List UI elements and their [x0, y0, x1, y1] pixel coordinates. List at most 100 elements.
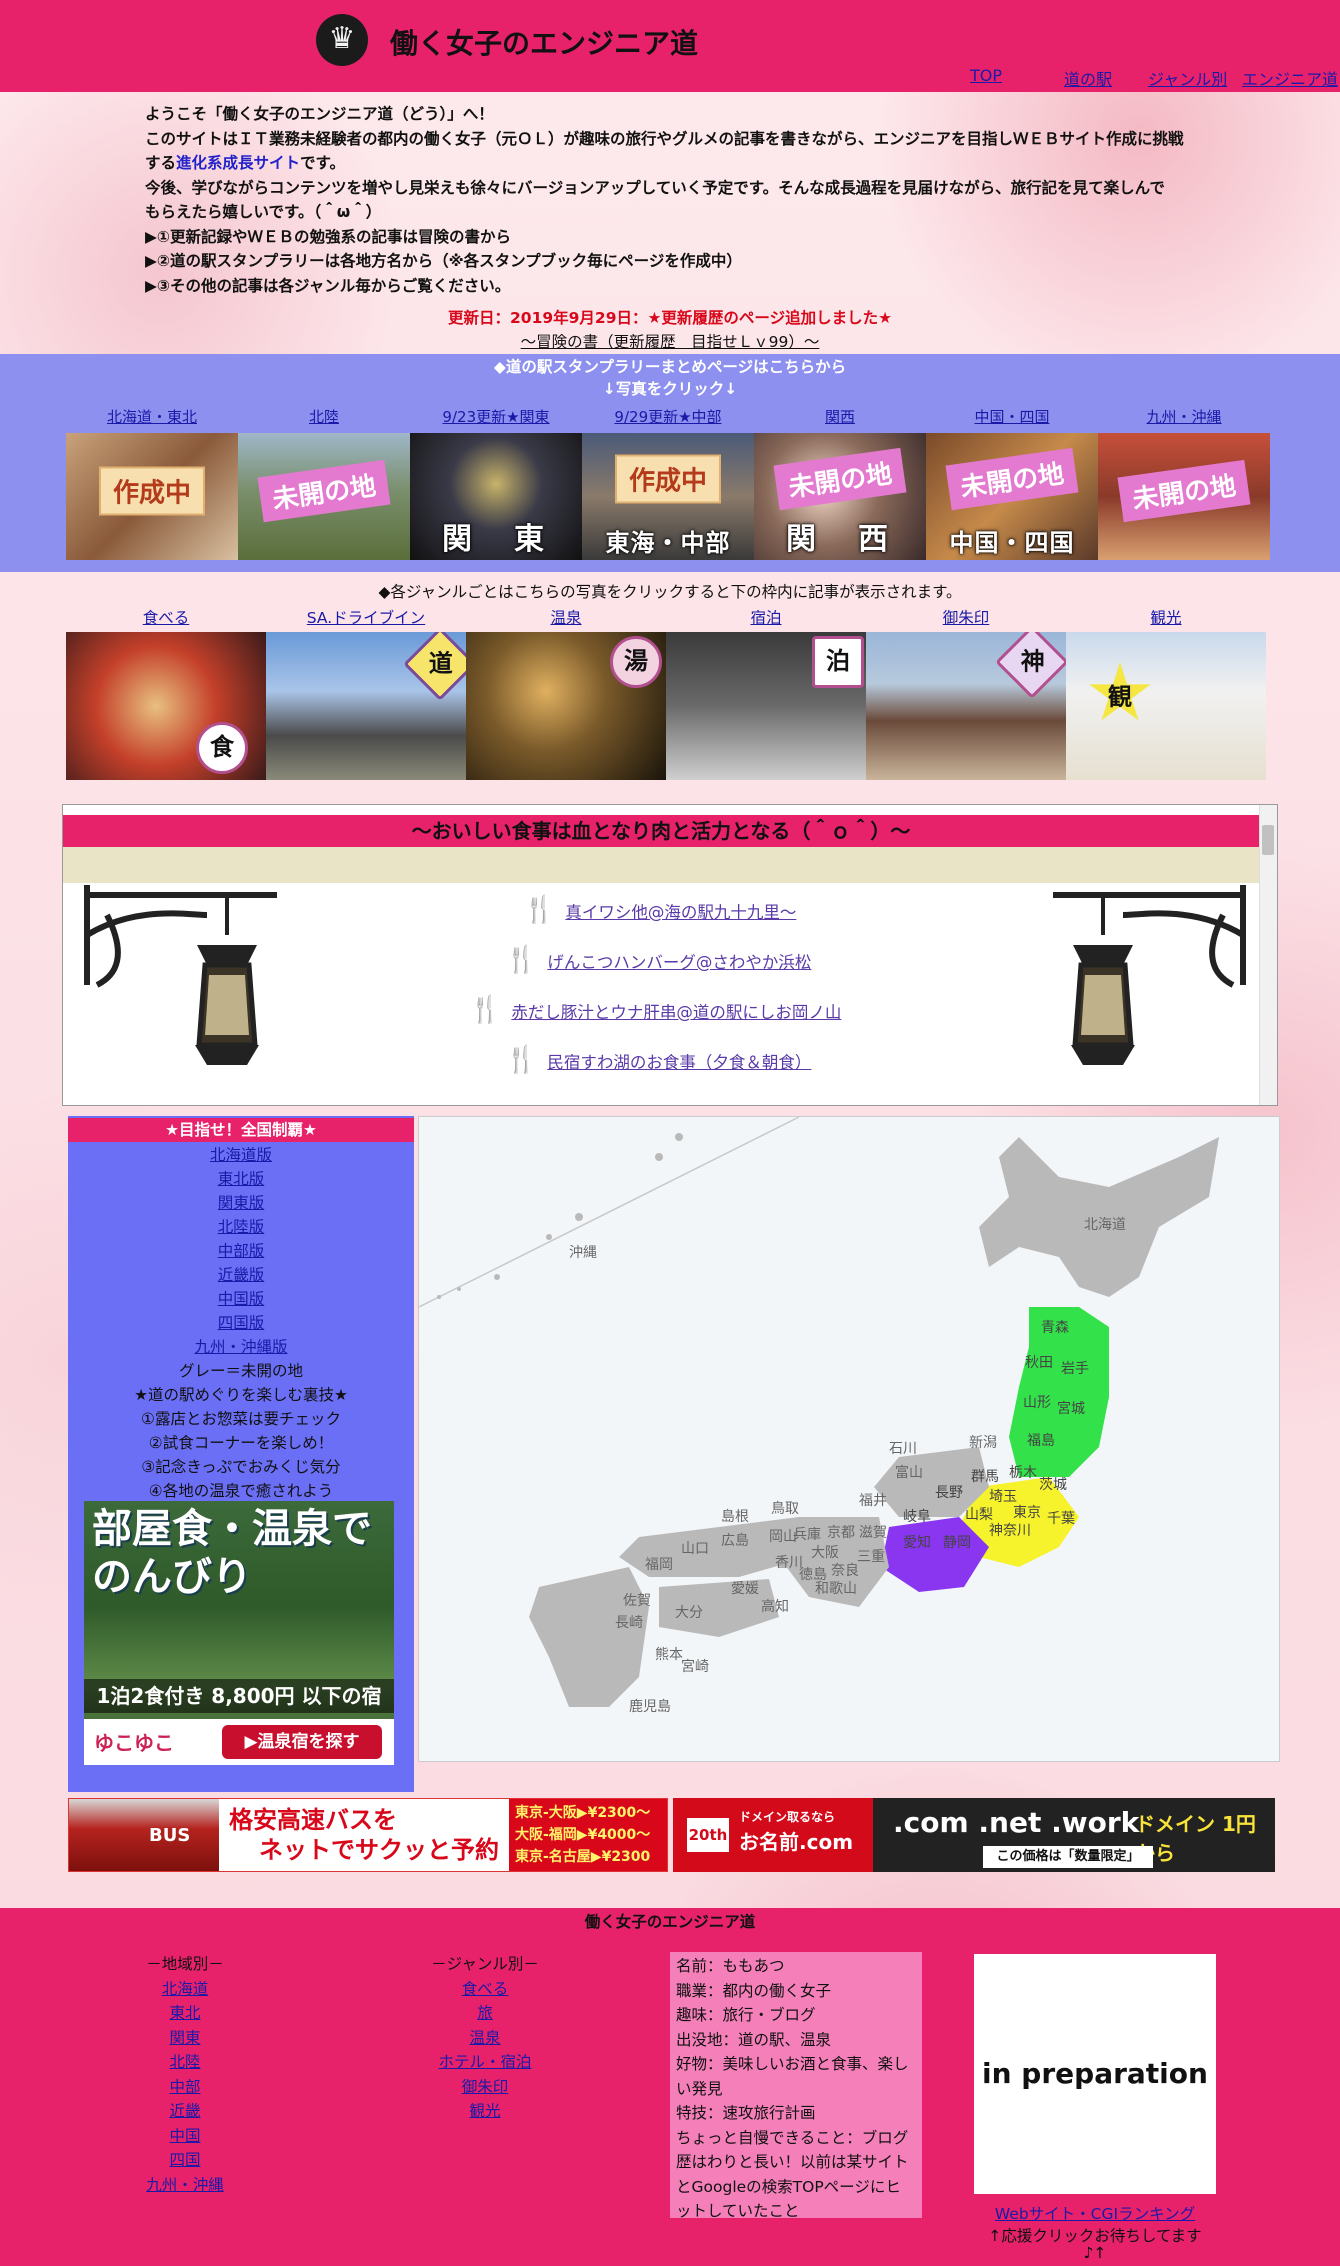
nav-top-link[interactable]: TOP [970, 66, 1002, 85]
genre-photo-stay[interactable]: 泊 [666, 632, 866, 780]
region-caption: 関 東 [442, 522, 550, 557]
article-frame[interactable]: ～おいしい食事は血となり肉と活力となる（＾ｏ＾）～ 🍴 真イワシ他@海の駅九十九里… [62, 804, 1278, 1106]
genre-link-sa-drivein[interactable]: SA.ドライブイン [266, 606, 466, 628]
footer-region-link[interactable]: 四国 [110, 2148, 260, 2173]
yukoyuko-logo: ゆこゆこ [94, 1731, 174, 1755]
genre-link-onsen[interactable]: 温泉 [466, 606, 666, 628]
region-photo-kanto[interactable]: 関 東 [410, 433, 582, 560]
article-list-item: 🍴 げんこつハンバーグ@さわやか浜松 [505, 945, 811, 975]
genre-photo-sa-drivein[interactable]: 道 [266, 632, 466, 780]
sidebar-link-tohoku[interactable]: 東北版 [68, 1167, 414, 1189]
article-link[interactable]: 民宿すわ湖のお食事（夕食＆朝食） [547, 1053, 811, 1072]
sidebar-link-kanto[interactable]: 関東版 [68, 1191, 414, 1213]
footer-genre-link[interactable]: 観光 [400, 2099, 570, 2124]
footer-region-link[interactable]: 北海道 [110, 1977, 260, 2002]
footer-genre-link[interactable]: 温泉 [400, 2026, 570, 2051]
genre-link-sightseeing[interactable]: 観光 [1066, 606, 1266, 628]
intro-line: ▶③その他の記事は各ジャンル毎からご覧ください。 [145, 276, 511, 295]
map-label: 富山 [895, 1464, 923, 1481]
region-photo-hokkaido-tohoku[interactable]: 作成中 [66, 433, 238, 560]
domain-ad-banner[interactable]: 20th ドメイン取るなら お名前.com .com .net .work ドメ… [673, 1798, 1275, 1872]
region-link-kyushu-okinawa[interactable]: 九州・沖縄 [1098, 406, 1270, 427]
region-photo-hokuriku[interactable]: 未開の地 [238, 433, 410, 560]
growth-site-link[interactable]: 進化系成長サイト [176, 154, 300, 172]
genre-photo-onsen[interactable]: 湯 [466, 632, 666, 780]
region-photo-kansai[interactable]: 未開の地 関 西 [754, 433, 926, 560]
okinawa-island[interactable] [546, 1234, 552, 1240]
sidebar-link-chubu[interactable]: 中部版 [68, 1239, 414, 1261]
footer-region-link[interactable]: 関東 [110, 2026, 260, 2051]
region-link-kanto[interactable]: 9/23更新★関東 [410, 406, 582, 427]
ranking-link[interactable]: Webサイト・CGIランキング [995, 2205, 1195, 2223]
update-history-link[interactable]: ～冒険の書（更新履歴 目指せＬｖ99）～ [521, 333, 820, 351]
genre-photo-sightseeing[interactable]: 観 [1066, 632, 1266, 780]
footer-genre-link[interactable]: ホテル・宿泊 [400, 2050, 570, 2075]
region-photo-chugoku-shikoku[interactable]: 未開の地 中国・四国 [926, 433, 1098, 560]
genre-link-eat[interactable]: 食べる [66, 606, 266, 628]
region-link-chugoku-shikoku[interactable]: 中国・四国 [926, 406, 1098, 427]
footer-region-link[interactable]: 中部 [110, 2075, 260, 2100]
okinawa-island[interactable] [457, 1287, 461, 1291]
region-link-hokkaido-tohoku[interactable]: 北海道・東北 [66, 406, 238, 427]
okinawa-island[interactable] [494, 1274, 500, 1280]
map-label: 山口 [681, 1541, 709, 1557]
footer-region-link[interactable]: 中国 [110, 2124, 260, 2149]
profile-line: 特技：速攻旅行計画 [676, 2104, 816, 2122]
map-label: 京都 [827, 1525, 855, 1541]
nav-michinoeki-link[interactable]: 道の駅 [1064, 66, 1112, 90]
map-label: 秋田 [1025, 1355, 1053, 1371]
okinawa-island[interactable] [575, 1213, 583, 1221]
search-onsen-button[interactable]: ▶温泉宿を探す [222, 1725, 382, 1759]
region-link-chubu[interactable]: 9/29更新★中部 [582, 406, 754, 427]
genre-photo-goshuin[interactable]: 神 [866, 632, 1066, 780]
unexplored-badge: 未開の地 [773, 447, 907, 510]
onsen-badge-icon: 湯 [610, 636, 662, 688]
map-label: 徳島 [799, 1567, 827, 1583]
genre-photo-eat[interactable]: 食 [66, 632, 266, 780]
site-title[interactable]: 働く女子のエンジニア道 [390, 22, 698, 62]
article-link[interactable]: 赤だし豚汁とウナ肝串@道の駅にしお岡ノ山 [511, 1003, 841, 1022]
region-photo-kyushu-okinawa[interactable]: 未開の地 [1098, 433, 1270, 560]
frame-scrollbar[interactable] [1259, 805, 1277, 1105]
sidebar-link-hokuriku[interactable]: 北陸版 [68, 1215, 414, 1237]
footer-genre-link[interactable]: 御朱印 [400, 2075, 570, 2100]
kyushu-region[interactable] [529, 1567, 649, 1707]
sidebar-link-kinki[interactable]: 近畿版 [68, 1263, 414, 1285]
footer-region-link[interactable]: 九州・沖縄 [110, 2173, 260, 2198]
region-photo-chubu[interactable]: 作成中 東海・中部 [582, 433, 754, 560]
bus-ad-banner[interactable]: BUS 格安高速バスを ネットでサクッと予約 東京-大阪▶¥2300～ 大阪-福… [68, 1798, 668, 1872]
onsen-ad-banner[interactable]: 部屋食・温泉で のんびり 1泊2食付き 8,800円 以下の宿 ゆこゆこ ▶温泉… [84, 1501, 394, 1765]
nav-genre-link[interactable]: ジャンル別 [1148, 66, 1227, 90]
eat-badge-icon: 食 [196, 722, 248, 774]
okinawa-island[interactable] [655, 1153, 663, 1161]
footer-region-link[interactable]: 近畿 [110, 2099, 260, 2124]
footer-genre-link[interactable]: 食べる [400, 1977, 570, 2002]
crown-logo-icon[interactable]: ♛ [316, 14, 368, 66]
sidebar-link-shikoku[interactable]: 四国版 [68, 1311, 414, 1333]
nav-engineer-link[interactable]: エンジニア道 [1242, 66, 1338, 90]
sidebar-link-kyushu-okinawa[interactable]: 九州・沖縄版 [68, 1335, 414, 1357]
okinawa-island[interactable] [437, 1295, 441, 1299]
region-link-kansai[interactable]: 関西 [754, 406, 926, 427]
region-link-hokuriku[interactable]: 北陸 [238, 406, 410, 427]
okinawa-island[interactable] [675, 1133, 683, 1141]
map-label: 宮城 [1057, 1401, 1085, 1417]
article-link[interactable]: 真イワシ他@海の駅九十九里～ [565, 903, 796, 922]
footer-region-link[interactable]: 北陸 [110, 2050, 260, 2075]
map-label: 栃木 [1009, 1465, 1037, 1481]
sidebar-link-chugoku[interactable]: 中国版 [68, 1287, 414, 1309]
genre-link-stay[interactable]: 宿泊 [666, 606, 866, 628]
footer-genre-heading: －ジャンル別－ [431, 1955, 539, 1973]
map-label: 埼玉 [989, 1489, 1017, 1505]
map-label: 滋賀 [859, 1525, 887, 1541]
genre-link-goshuin[interactable]: 御朱印 [866, 606, 1066, 628]
footer-genre-link[interactable]: 旅 [400, 2001, 570, 2026]
sidebar-link-hokkaido[interactable]: 北海道版 [68, 1143, 414, 1165]
scrollbar-thumb[interactable] [1262, 825, 1274, 855]
map-label: 福島 [1027, 1433, 1055, 1449]
map-label: 岩手 [1061, 1361, 1089, 1377]
footer-region-link[interactable]: 東北 [110, 2001, 260, 2026]
japan-map[interactable]: 北海道 沖縄 青森 秋田 岩手 山形 宮城 新潟 福島 石川 富山 群馬 栃木 … [418, 1116, 1280, 1762]
article-link[interactable]: げんこつハンバーグ@さわやか浜松 [547, 953, 811, 972]
domain-ad-panel: .com .net .work ドメイン 1円 から この価格は「数量限定」 [873, 1798, 1275, 1872]
